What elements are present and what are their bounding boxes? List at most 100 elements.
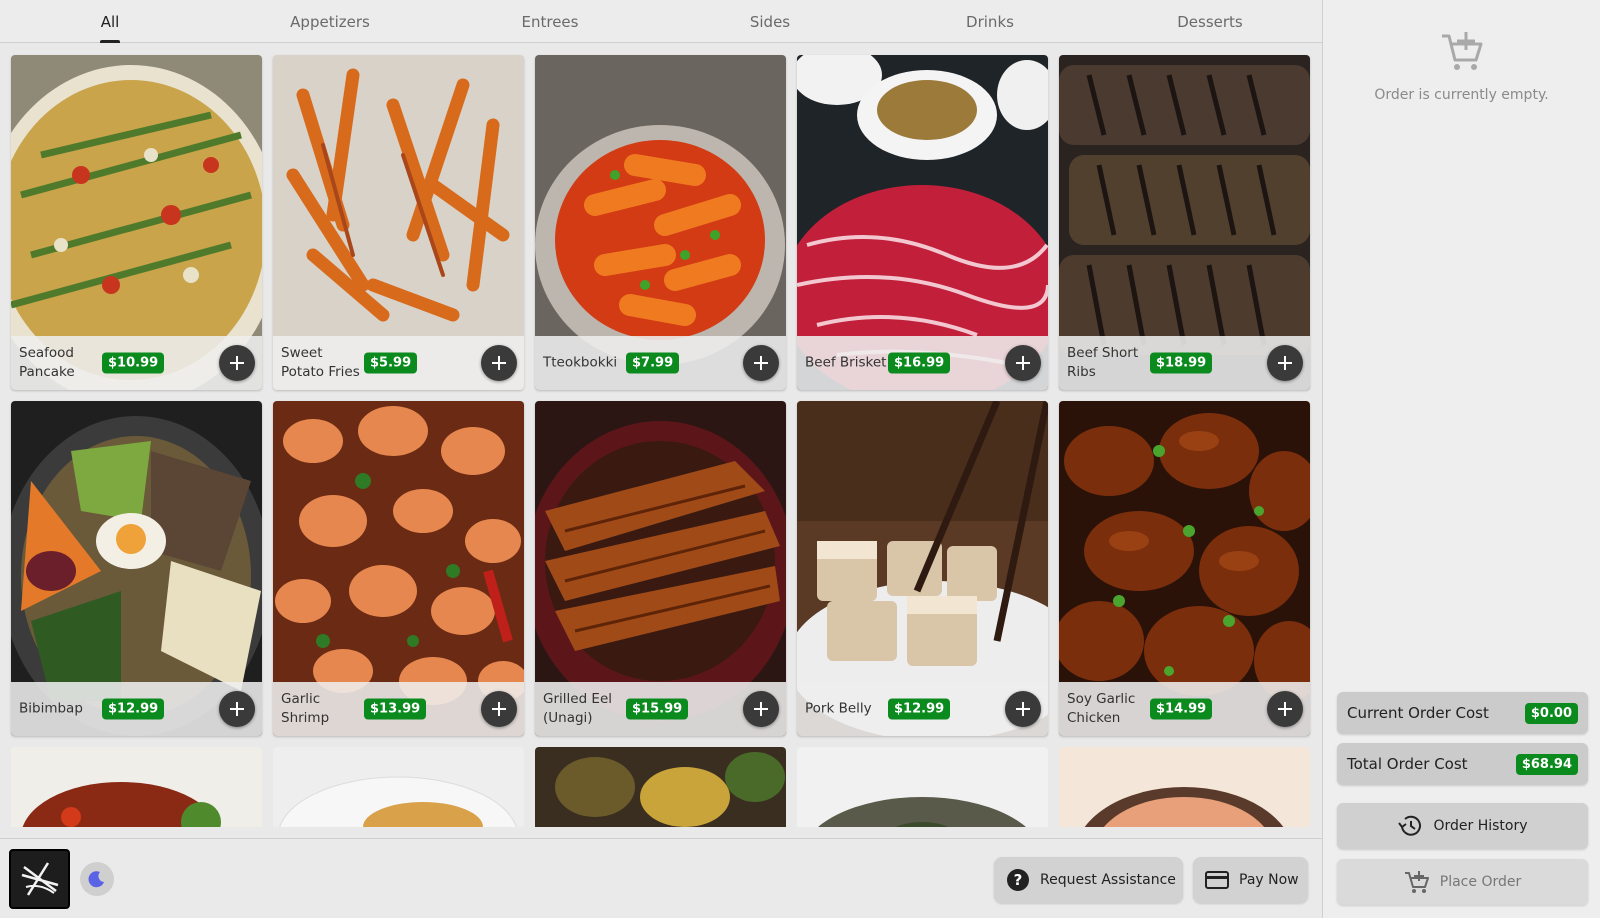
plus-icon xyxy=(492,702,506,716)
menu-item-photo xyxy=(1059,747,1310,827)
total-order-cost: Total Order Cost $68.94 xyxy=(1337,743,1588,785)
request-assistance-label: Request Assistance xyxy=(1040,872,1176,888)
menu-card-bibimbap[interactable]: Bibimbap $12.99 xyxy=(11,401,262,736)
item-price-badge: $16.99 xyxy=(888,352,951,374)
tab-sides[interactable]: Sides xyxy=(660,0,880,43)
add-to-order-button[interactable] xyxy=(1005,345,1041,381)
menu-item-photo xyxy=(535,747,786,827)
moon-icon xyxy=(88,871,104,888)
order-panel: Order is currently empty. Current Order … xyxy=(1322,0,1600,918)
menu-card-grilled-eel[interactable]: Grilled Eel (Unagi) $15.99 xyxy=(535,401,786,736)
item-price-badge: $10.99 xyxy=(102,352,165,374)
chopsticks-logo-icon xyxy=(21,862,58,896)
credit-card-icon xyxy=(1205,871,1229,889)
theme-toggle-button[interactable] xyxy=(80,862,114,896)
card-footer: Soy Garlic Chicken $14.99 xyxy=(1059,682,1310,736)
item-name: Grilled Eel (Unagi) xyxy=(543,691,613,726)
add-to-order-button[interactable] xyxy=(481,691,517,727)
add-to-cart-icon xyxy=(1442,32,1483,70)
tab-desserts-label: Desserts xyxy=(1177,12,1243,31)
item-name: Beef Brisket xyxy=(805,354,887,371)
card-footer: Garlic Shrimp $13.99 xyxy=(273,682,524,736)
menu-item-photo xyxy=(797,747,1048,827)
item-price-badge: $7.99 xyxy=(626,352,680,374)
current-cost-label: Current Order Cost xyxy=(1347,704,1489,722)
item-price-badge: $12.99 xyxy=(888,698,951,720)
card-footer: Beef Brisket $16.99 xyxy=(797,336,1048,390)
place-order-label: Place Order xyxy=(1439,874,1522,890)
tab-desserts[interactable]: Desserts xyxy=(1100,0,1320,43)
menu-card-partial[interactable] xyxy=(273,747,524,827)
menu-card-seafood-pancake[interactable]: Seafood Pancake $10.99 xyxy=(11,55,262,390)
current-order-cost: Current Order Cost $0.00 xyxy=(1337,692,1588,734)
plus-icon xyxy=(1278,356,1292,370)
category-tabs: All Appetizers Entrees Sides Drinks Dess… xyxy=(0,0,1322,43)
item-name: Garlic Shrimp xyxy=(281,691,330,726)
item-name: Pork Belly xyxy=(805,700,872,717)
menu-card-garlic-shrimp[interactable]: Garlic Shrimp $13.99 xyxy=(273,401,524,736)
tab-entrees-label: Entrees xyxy=(521,12,579,31)
menu-card-tteokbokki[interactable]: Tteokbokki $7.99 xyxy=(535,55,786,390)
add-to-order-button[interactable] xyxy=(1267,345,1303,381)
request-assistance-button[interactable]: ? Request Assistance xyxy=(994,857,1183,903)
menu-card-partial[interactable] xyxy=(535,747,786,827)
svg-text:?: ? xyxy=(1014,871,1023,889)
item-name: Beef Short Ribs xyxy=(1067,345,1139,380)
menu-card-beef-brisket[interactable]: Beef Brisket $16.99 xyxy=(797,55,1048,390)
menu-card-partial[interactable] xyxy=(1059,747,1310,827)
place-order-button[interactable]: Place Order xyxy=(1337,859,1588,905)
add-to-order-button[interactable] xyxy=(1005,691,1041,727)
menu-grid: Seafood Pancake $10.99 Sweet Potato Frie… xyxy=(0,44,1322,827)
tab-appetizers[interactable]: Appetizers xyxy=(220,0,440,43)
help-icon: ? xyxy=(1007,869,1029,891)
pay-now-button[interactable]: Pay Now xyxy=(1193,857,1308,903)
tab-drinks-label: Drinks xyxy=(966,12,1014,31)
pay-now-label: Pay Now xyxy=(1239,872,1299,888)
menu-card-partial[interactable] xyxy=(797,747,1048,827)
item-price-badge: $5.99 xyxy=(364,352,418,374)
add-to-order-button[interactable] xyxy=(743,691,779,727)
plus-icon xyxy=(1278,702,1292,716)
add-to-order-button[interactable] xyxy=(481,345,517,381)
plus-icon xyxy=(754,356,768,370)
item-name: Tteokbokki xyxy=(543,354,618,371)
restaurant-logo xyxy=(9,849,70,909)
tab-entrees[interactable]: Entrees xyxy=(440,0,660,43)
plus-icon xyxy=(492,356,506,370)
plus-icon xyxy=(1016,702,1030,716)
card-footer: Bibimbap $12.99 xyxy=(11,682,262,736)
tab-sides-label: Sides xyxy=(749,12,791,31)
card-footer: Tteokbokki $7.99 xyxy=(535,336,786,390)
order-history-button[interactable]: Order History xyxy=(1337,803,1588,849)
item-price-badge: $12.99 xyxy=(102,698,165,720)
item-name: Bibimbap xyxy=(19,700,83,717)
bottom-toolbar: ? Request Assistance Pay Now xyxy=(0,838,1322,918)
item-name: Sweet Potato Fries xyxy=(281,345,360,380)
cart-icon xyxy=(1404,871,1429,893)
menu-card-pork-belly[interactable]: Pork Belly $12.99 xyxy=(797,401,1048,736)
item-price-badge: $15.99 xyxy=(626,698,689,720)
menu-card-sweet-potato-fries[interactable]: Sweet Potato Fries $5.99 xyxy=(273,55,524,390)
total-cost-label: Total Order Cost xyxy=(1347,755,1468,773)
menu-card-beef-short-ribs[interactable]: Beef Short Ribs $18.99 xyxy=(1059,55,1310,390)
empty-order-message: Order is currently empty. xyxy=(1374,87,1549,103)
card-footer: Beef Short Ribs $18.99 xyxy=(1059,336,1310,390)
menu-card-soy-garlic-chicken[interactable]: Soy Garlic Chicken $14.99 xyxy=(1059,401,1310,736)
menu-item-photo xyxy=(273,747,524,827)
tab-drinks[interactable]: Drinks xyxy=(880,0,1100,43)
add-to-order-button[interactable] xyxy=(743,345,779,381)
item-name: Seafood Pancake xyxy=(19,345,75,380)
add-to-order-button[interactable] xyxy=(1267,691,1303,727)
tab-all-label: All xyxy=(100,12,120,31)
add-to-order-button[interactable] xyxy=(219,345,255,381)
item-name: Soy Garlic Chicken xyxy=(1067,691,1136,726)
add-to-order-button[interactable] xyxy=(219,691,255,727)
card-footer: Grilled Eel (Unagi) $15.99 xyxy=(535,682,786,736)
order-history-label: Order History xyxy=(1433,818,1528,834)
menu-card-partial[interactable] xyxy=(11,747,262,827)
menu-item-photo xyxy=(11,747,262,827)
item-price-badge: $18.99 xyxy=(1150,352,1213,374)
plus-icon xyxy=(230,356,244,370)
tab-all[interactable]: All xyxy=(0,0,220,43)
tab-appetizers-label: Appetizers xyxy=(290,12,370,31)
